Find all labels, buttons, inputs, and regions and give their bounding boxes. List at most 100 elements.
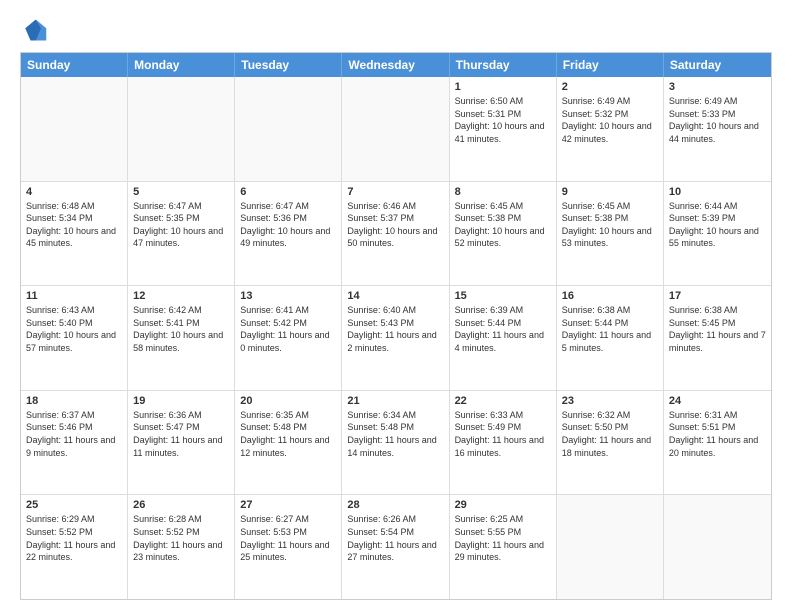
day-number: 15 — [455, 290, 551, 302]
page: SundayMondayTuesdayWednesdayThursdayFrid… — [0, 0, 792, 612]
day-info: Sunrise: 6:49 AM Sunset: 5:33 PM Dayligh… — [669, 95, 766, 145]
day-cell-12: 12 Sunrise: 6:42 AM Sunset: 5:41 PM Dayli… — [128, 286, 235, 390]
day-number: 4 — [26, 186, 122, 198]
day-cell-1: 1 Sunrise: 6:50 AM Sunset: 5:31 PM Daylig… — [450, 77, 557, 181]
day-number: 11 — [26, 290, 122, 302]
day-info: Sunrise: 6:34 AM Sunset: 5:48 PM Dayligh… — [347, 409, 443, 459]
empty-cell — [342, 77, 449, 181]
header — [20, 16, 772, 44]
day-number: 13 — [240, 290, 336, 302]
day-cell-15: 15 Sunrise: 6:39 AM Sunset: 5:44 PM Dayli… — [450, 286, 557, 390]
day-number: 17 — [669, 290, 766, 302]
day-number: 19 — [133, 395, 229, 407]
day-cell-22: 22 Sunrise: 6:33 AM Sunset: 5:49 PM Dayli… — [450, 391, 557, 495]
header-cell-saturday: Saturday — [664, 53, 771, 77]
empty-cell — [21, 77, 128, 181]
day-number: 26 — [133, 499, 229, 511]
day-cell-2: 2 Sunrise: 6:49 AM Sunset: 5:32 PM Daylig… — [557, 77, 664, 181]
day-number: 18 — [26, 395, 122, 407]
day-cell-7: 7Sunrise: 6:46 AM Sunset: 5:37 PM Daylig… — [342, 182, 449, 286]
day-info: Sunrise: 6:47 AM Sunset: 5:36 PM Dayligh… — [240, 200, 336, 250]
calendar-row-1: 1 Sunrise: 6:50 AM Sunset: 5:31 PM Daylig… — [21, 77, 771, 181]
calendar-row-3: 11 Sunrise: 6:43 AM Sunset: 5:40 PM Dayli… — [21, 285, 771, 390]
day-number: 29 — [455, 499, 551, 511]
day-number: 22 — [455, 395, 551, 407]
day-info: Sunrise: 6:35 AM Sunset: 5:48 PM Dayligh… — [240, 409, 336, 459]
day-info: Sunrise: 6:47 AM Sunset: 5:35 PM Dayligh… — [133, 200, 229, 250]
day-cell-28: 28 Sunrise: 6:26 AM Sunset: 5:54 PM Dayli… — [342, 495, 449, 599]
day-info: Sunrise: 6:27 AM Sunset: 5:53 PM Dayligh… — [240, 513, 336, 563]
empty-cell — [664, 495, 771, 599]
day-number: 9 — [562, 186, 658, 198]
day-number: 25 — [26, 499, 122, 511]
day-cell-21: 21 Sunrise: 6:34 AM Sunset: 5:48 PM Dayli… — [342, 391, 449, 495]
day-info: Sunrise: 6:32 AM Sunset: 5:50 PM Dayligh… — [562, 409, 658, 459]
day-number: 10 — [669, 186, 766, 198]
day-cell-24: 24Sunrise: 6:31 AM Sunset: 5:51 PM Dayli… — [664, 391, 771, 495]
day-info: Sunrise: 6:49 AM Sunset: 5:32 PM Dayligh… — [562, 95, 658, 145]
day-number: 14 — [347, 290, 443, 302]
day-info: Sunrise: 6:26 AM Sunset: 5:54 PM Dayligh… — [347, 513, 443, 563]
day-info: Sunrise: 6:45 AM Sunset: 5:38 PM Dayligh… — [455, 200, 551, 250]
logo-icon — [20, 16, 48, 44]
day-info: Sunrise: 6:41 AM Sunset: 5:42 PM Dayligh… — [240, 304, 336, 354]
calendar-row-4: 18 Sunrise: 6:37 AM Sunset: 5:46 PM Dayli… — [21, 390, 771, 495]
day-number: 8 — [455, 186, 551, 198]
day-number: 27 — [240, 499, 336, 511]
day-info: Sunrise: 6:29 AM Sunset: 5:52 PM Dayligh… — [26, 513, 122, 563]
header-cell-sunday: Sunday — [21, 53, 128, 77]
day-info: Sunrise: 6:44 AM Sunset: 5:39 PM Dayligh… — [669, 200, 766, 250]
day-cell-20: 20 Sunrise: 6:35 AM Sunset: 5:48 PM Dayli… — [235, 391, 342, 495]
day-info: Sunrise: 6:38 AM Sunset: 5:44 PM Dayligh… — [562, 304, 658, 354]
day-info: Sunrise: 6:25 AM Sunset: 5:55 PM Dayligh… — [455, 513, 551, 563]
empty-cell — [557, 495, 664, 599]
calendar-row-5: 25 Sunrise: 6:29 AM Sunset: 5:52 PM Dayli… — [21, 494, 771, 599]
empty-cell — [235, 77, 342, 181]
day-cell-13: 13 Sunrise: 6:41 AM Sunset: 5:42 PM Dayli… — [235, 286, 342, 390]
day-number: 5 — [133, 186, 229, 198]
day-cell-11: 11 Sunrise: 6:43 AM Sunset: 5:40 PM Dayli… — [21, 286, 128, 390]
day-info: Sunrise: 6:45 AM Sunset: 5:38 PM Dayligh… — [562, 200, 658, 250]
day-info: Sunrise: 6:46 AM Sunset: 5:37 PM Dayligh… — [347, 200, 443, 250]
day-info: Sunrise: 6:37 AM Sunset: 5:46 PM Dayligh… — [26, 409, 122, 459]
day-info: Sunrise: 6:43 AM Sunset: 5:40 PM Dayligh… — [26, 304, 122, 354]
day-cell-5: 5 Sunrise: 6:47 AM Sunset: 5:35 PM Daylig… — [128, 182, 235, 286]
day-info: Sunrise: 6:33 AM Sunset: 5:49 PM Dayligh… — [455, 409, 551, 459]
header-cell-thursday: Thursday — [450, 53, 557, 77]
day-cell-26: 26 Sunrise: 6:28 AM Sunset: 5:52 PM Dayli… — [128, 495, 235, 599]
day-number: 1 — [455, 81, 551, 93]
day-cell-27: 27 Sunrise: 6:27 AM Sunset: 5:53 PM Dayli… — [235, 495, 342, 599]
day-number: 16 — [562, 290, 658, 302]
empty-cell — [128, 77, 235, 181]
day-cell-6: 6Sunrise: 6:47 AM Sunset: 5:36 PM Daylig… — [235, 182, 342, 286]
day-number: 23 — [562, 395, 658, 407]
day-info: Sunrise: 6:28 AM Sunset: 5:52 PM Dayligh… — [133, 513, 229, 563]
day-number: 20 — [240, 395, 336, 407]
calendar-body: 1 Sunrise: 6:50 AM Sunset: 5:31 PM Daylig… — [21, 77, 771, 599]
day-number: 3 — [669, 81, 766, 93]
day-cell-23: 23 Sunrise: 6:32 AM Sunset: 5:50 PM Dayli… — [557, 391, 664, 495]
day-number: 2 — [562, 81, 658, 93]
day-cell-18: 18 Sunrise: 6:37 AM Sunset: 5:46 PM Dayli… — [21, 391, 128, 495]
day-cell-4: 4 Sunrise: 6:48 AM Sunset: 5:34 PM Daylig… — [21, 182, 128, 286]
day-cell-14: 14 Sunrise: 6:40 AM Sunset: 5:43 PM Dayli… — [342, 286, 449, 390]
day-cell-29: 29 Sunrise: 6:25 AM Sunset: 5:55 PM Dayli… — [450, 495, 557, 599]
day-info: Sunrise: 6:48 AM Sunset: 5:34 PM Dayligh… — [26, 200, 122, 250]
day-info: Sunrise: 6:50 AM Sunset: 5:31 PM Dayligh… — [455, 95, 551, 145]
day-info: Sunrise: 6:39 AM Sunset: 5:44 PM Dayligh… — [455, 304, 551, 354]
day-cell-19: 19Sunrise: 6:36 AM Sunset: 5:47 PM Dayli… — [128, 391, 235, 495]
header-cell-friday: Friday — [557, 53, 664, 77]
calendar: SundayMondayTuesdayWednesdayThursdayFrid… — [20, 52, 772, 600]
day-info: Sunrise: 6:38 AM Sunset: 5:45 PM Dayligh… — [669, 304, 766, 354]
day-info: Sunrise: 6:31 AM Sunset: 5:51 PM Dayligh… — [669, 409, 766, 459]
day-cell-16: 16 Sunrise: 6:38 AM Sunset: 5:44 PM Dayli… — [557, 286, 664, 390]
day-number: 28 — [347, 499, 443, 511]
day-cell-9: 9 Sunrise: 6:45 AM Sunset: 5:38 PM Daylig… — [557, 182, 664, 286]
calendar-header: SundayMondayTuesdayWednesdayThursdayFrid… — [21, 53, 771, 77]
day-info: Sunrise: 6:40 AM Sunset: 5:43 PM Dayligh… — [347, 304, 443, 354]
day-cell-10: 10 Sunrise: 6:44 AM Sunset: 5:39 PM Dayli… — [664, 182, 771, 286]
day-number: 21 — [347, 395, 443, 407]
day-number: 12 — [133, 290, 229, 302]
logo — [20, 16, 52, 44]
day-info: Sunrise: 6:42 AM Sunset: 5:41 PM Dayligh… — [133, 304, 229, 354]
